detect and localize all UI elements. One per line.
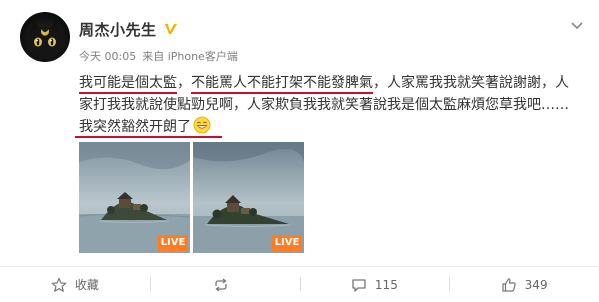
star-icon: [51, 277, 67, 292]
post-text-line: 我突然豁然开朗了: [79, 116, 589, 138]
comment-count: 115: [374, 277, 398, 292]
thumbs-up-icon: [502, 277, 516, 292]
author-row: 周杰小先生: [79, 18, 179, 40]
cat-avatar-image: [28, 20, 62, 57]
live-photo-badge: LIVE: [158, 235, 188, 251]
post-photo-2[interactable]: LIVE: [193, 142, 304, 253]
author-name[interactable]: 周杰小先生: [79, 19, 157, 40]
avatar[interactable]: [20, 12, 70, 62]
comment-icon: [352, 278, 366, 292]
repost-icon: [214, 277, 227, 292]
post-source: 来自 iPhone客户端: [142, 50, 238, 63]
post-time[interactable]: 今天 00:05: [79, 50, 136, 63]
grin-emoji-icon: [193, 116, 211, 134]
vip-badge-icon: [164, 24, 177, 34]
like-button[interactable]: 349: [449, 267, 599, 302]
post-text: 我可能是個太監，不能罵人不能打架不能發脾氣，人家罵我我就笑著說謝謝，人 家打我我…: [79, 72, 589, 138]
repost-button[interactable]: [149, 267, 300, 302]
post-meta: 今天 00:05 来自 iPhone客户端: [79, 48, 238, 64]
post-text-line: 家打我我就說使點勁兒啊，人家欺負我我就笑著說我是個太監麻煩您草我吧……: [79, 94, 589, 116]
like-count: 349: [524, 277, 548, 292]
post-photo-1[interactable]: LIVE: [79, 142, 190, 253]
post-text-line: 我可能是個太監，不能罵人不能打架不能發脾氣，人家罵我我就笑著說謝謝，人: [79, 72, 589, 94]
weibo-post-card: 周杰小先生 今天 00:05 来自 iPhone客户端 我可能是個太監，不能罵人不…: [0, 0, 599, 302]
highlighted-text: 不能罵人不能打架不能發脾氣: [191, 75, 373, 94]
highlighted-text: 我可能是個太監: [79, 75, 177, 94]
action-bar: 收藏 115 349: [0, 267, 599, 302]
live-photo-badge: LIVE: [272, 235, 302, 251]
comment-button[interactable]: 115: [299, 267, 450, 302]
plain-text: 家打我我就說使點勁兒啊，人家欺負我我就笑著說我是個太監麻煩您草我吧……: [79, 97, 569, 113]
chevron-down-icon[interactable]: [569, 17, 585, 33]
highlight-underline: [75, 136, 222, 138]
favorite-button[interactable]: 收藏: [0, 267, 150, 302]
text-separator: ，: [177, 75, 191, 91]
favorite-label: 收藏: [74, 278, 99, 292]
plain-text: ，人家罵我我就笑著說謝謝，人: [373, 75, 569, 91]
